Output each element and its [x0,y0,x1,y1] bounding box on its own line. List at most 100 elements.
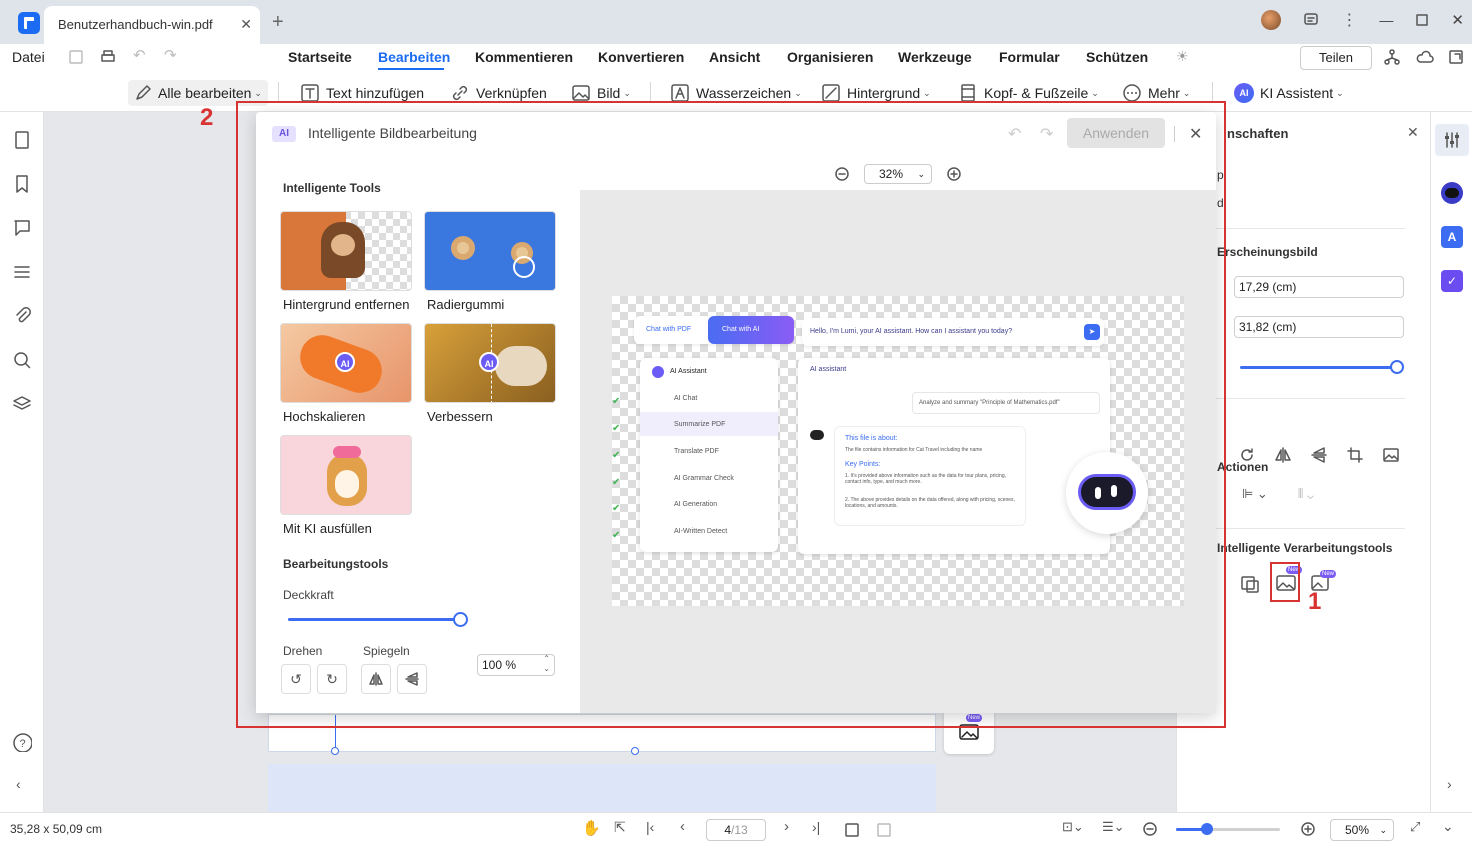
menu-kommentieren[interactable]: Kommentieren [475,49,573,65]
scroll-mode-icon[interactable]: ☰⌄ [1102,819,1125,835]
rotate-icon[interactable] [1238,446,1256,464]
search-icon[interactable] [12,350,32,370]
action-icons [1238,446,1400,464]
collapse-sidebar-icon[interactable]: ‹ [16,776,21,792]
maximize-icon[interactable] [1415,13,1429,27]
menu-schuetzen[interactable]: Schützen [1086,49,1148,65]
replace-image-icon[interactable] [1382,446,1400,464]
align-icons: ⊫ ⌄ ⫴ ⌄ [1242,486,1314,502]
layers-icon[interactable] [12,394,32,414]
flip-horizontal-icon[interactable] [1274,446,1292,464]
comment-icon[interactable] [12,218,32,238]
attachment-icon[interactable] [12,306,32,326]
properties-tab[interactable] [1435,124,1469,156]
align-left-icon[interactable]: ⊫ ⌄ [1242,486,1268,502]
rotate-view-icon[interactable] [876,822,892,838]
left-sidebar: ? ‹ [0,112,44,812]
watermark-icon [671,84,689,102]
help-icon[interactable]: ? [12,732,32,752]
bookmark-icon[interactable] [12,174,32,194]
menu-bar: Datei ↶ ↷ Startseite Bearbeiten Kommenti… [0,44,1472,72]
pencil-icon [136,85,151,100]
ocr-icon[interactable] [1240,574,1260,594]
ai-robot-icon[interactable] [1441,182,1463,204]
undo-icon[interactable]: ↶ [133,46,146,64]
export-icon[interactable] [1448,49,1464,65]
menu-bearbeiten[interactable]: Bearbeiten [378,49,450,65]
print-icon[interactable] [100,49,116,65]
zoom-out-icon[interactable] [1142,821,1158,837]
list-icon[interactable] [12,262,32,282]
minimize-icon[interactable]: — [1379,12,1393,28]
zoom-select[interactable]: 50% ⌄ [1330,819,1394,841]
page-dimensions: 35,28 x 50,09 cm [10,822,103,836]
image-icon [572,85,590,101]
page-mode-icon[interactable]: ⊡⌄ [1062,819,1084,835]
height-input[interactable]: 31,82 (cm) [1234,316,1404,338]
expand-panel-icon[interactable]: › [1447,776,1452,792]
menu-formular[interactable]: Formular [999,49,1060,65]
watermark-label: Wasserzeichen [696,85,792,101]
flip-vertical-icon[interactable] [1310,446,1328,464]
more-icon [1123,84,1141,102]
page-number-field[interactable]: 4/13 [706,819,766,841]
redo-icon[interactable]: ↷ [164,46,177,64]
menu-datei[interactable]: Datei [12,49,45,65]
rp-opacity-track[interactable] [1240,366,1398,369]
menu-ansicht[interactable]: Ansicht [709,49,760,65]
hand-tool-icon[interactable]: ✋ [582,819,601,837]
header-footer-label: Kopf- & Fußzeile [984,85,1089,101]
share-network-icon[interactable] [1384,49,1400,65]
distribute-icon[interactable]: ⫴ ⌄ [1298,486,1314,502]
menu-startseite[interactable]: Startseite [288,49,352,65]
fit-page-icon[interactable] [844,822,860,838]
select-tool-icon[interactable]: ⇱ [614,819,626,836]
last-page-icon[interactable]: ›| [812,819,820,835]
window-controls: ⋮ — ✕ [1261,10,1464,30]
ai-assistant-button[interactable]: AI KI Assistent ⌄ [1234,80,1344,106]
annotation-box-2 [236,101,1226,728]
cloud-upload-icon[interactable] [1416,49,1434,65]
prev-page-icon[interactable]: ‹ [680,818,685,835]
close-window-icon[interactable]: ✕ [1451,11,1464,29]
page-thumbnail-icon[interactable] [12,130,32,150]
active-menu-indicator [378,68,444,70]
smart-tools-heading: Intelligente Verarbeitungstools [1217,541,1393,555]
menu-organisieren[interactable]: Organisieren [787,49,873,65]
share-button[interactable]: Teilen [1300,46,1372,70]
selected-image-area[interactable] [268,764,936,812]
right-icon-bar: A ✓ › [1430,112,1472,812]
zoom-value: 50% [1345,823,1370,837]
width-input[interactable]: 17,29 (cm) [1234,276,1404,298]
feedback-icon[interactable] [1303,12,1319,28]
lightbulb-icon[interactable]: ☀ [1176,48,1189,65]
close-tab-icon[interactable]: ✕ [240,16,252,33]
document-tab-title: Benutzerhandbuch-win.pdf [58,17,213,32]
zoom-slider-track[interactable] [1176,828,1280,831]
rp-opacity-thumb[interactable] [1390,360,1404,374]
menu-konvertieren[interactable]: Konvertieren [598,49,684,65]
check-task-icon[interactable]: ✓ [1441,270,1463,292]
total-pages: /13 [731,823,748,837]
current-page: 4 [724,823,731,837]
avatar[interactable] [1261,10,1282,30]
crop-icon[interactable] [1346,446,1364,464]
annotation-number-2: 2 [200,104,214,131]
document-tab[interactable]: Benutzerhandbuch-win.pdf ✕ [44,6,260,44]
next-page-icon[interactable]: › [784,818,789,835]
menu-werkzeuge[interactable]: Werkzeuge [898,49,972,65]
zoom-in-icon[interactable] [1300,821,1316,837]
new-tab-icon[interactable]: + [272,12,284,32]
ai-assistant-icon: AI [1234,83,1254,103]
fullscreen-icon[interactable]: ⤢ [1410,819,1420,835]
close-panel-icon[interactable]: ✕ [1407,124,1419,141]
collapse-icon[interactable]: ⌄ [1442,818,1454,835]
translate-icon[interactable]: A [1441,226,1463,248]
more-options-icon[interactable]: ⋮ [1341,10,1357,30]
zoom-slider-thumb[interactable] [1201,823,1214,835]
save-icon[interactable] [68,49,84,65]
first-page-icon[interactable]: |‹ [646,819,654,835]
image-label: Bild [597,85,621,101]
edit-all-label: Alle bearbeiten [158,85,252,101]
ai-assistant-label: KI Assistent [1260,85,1334,101]
